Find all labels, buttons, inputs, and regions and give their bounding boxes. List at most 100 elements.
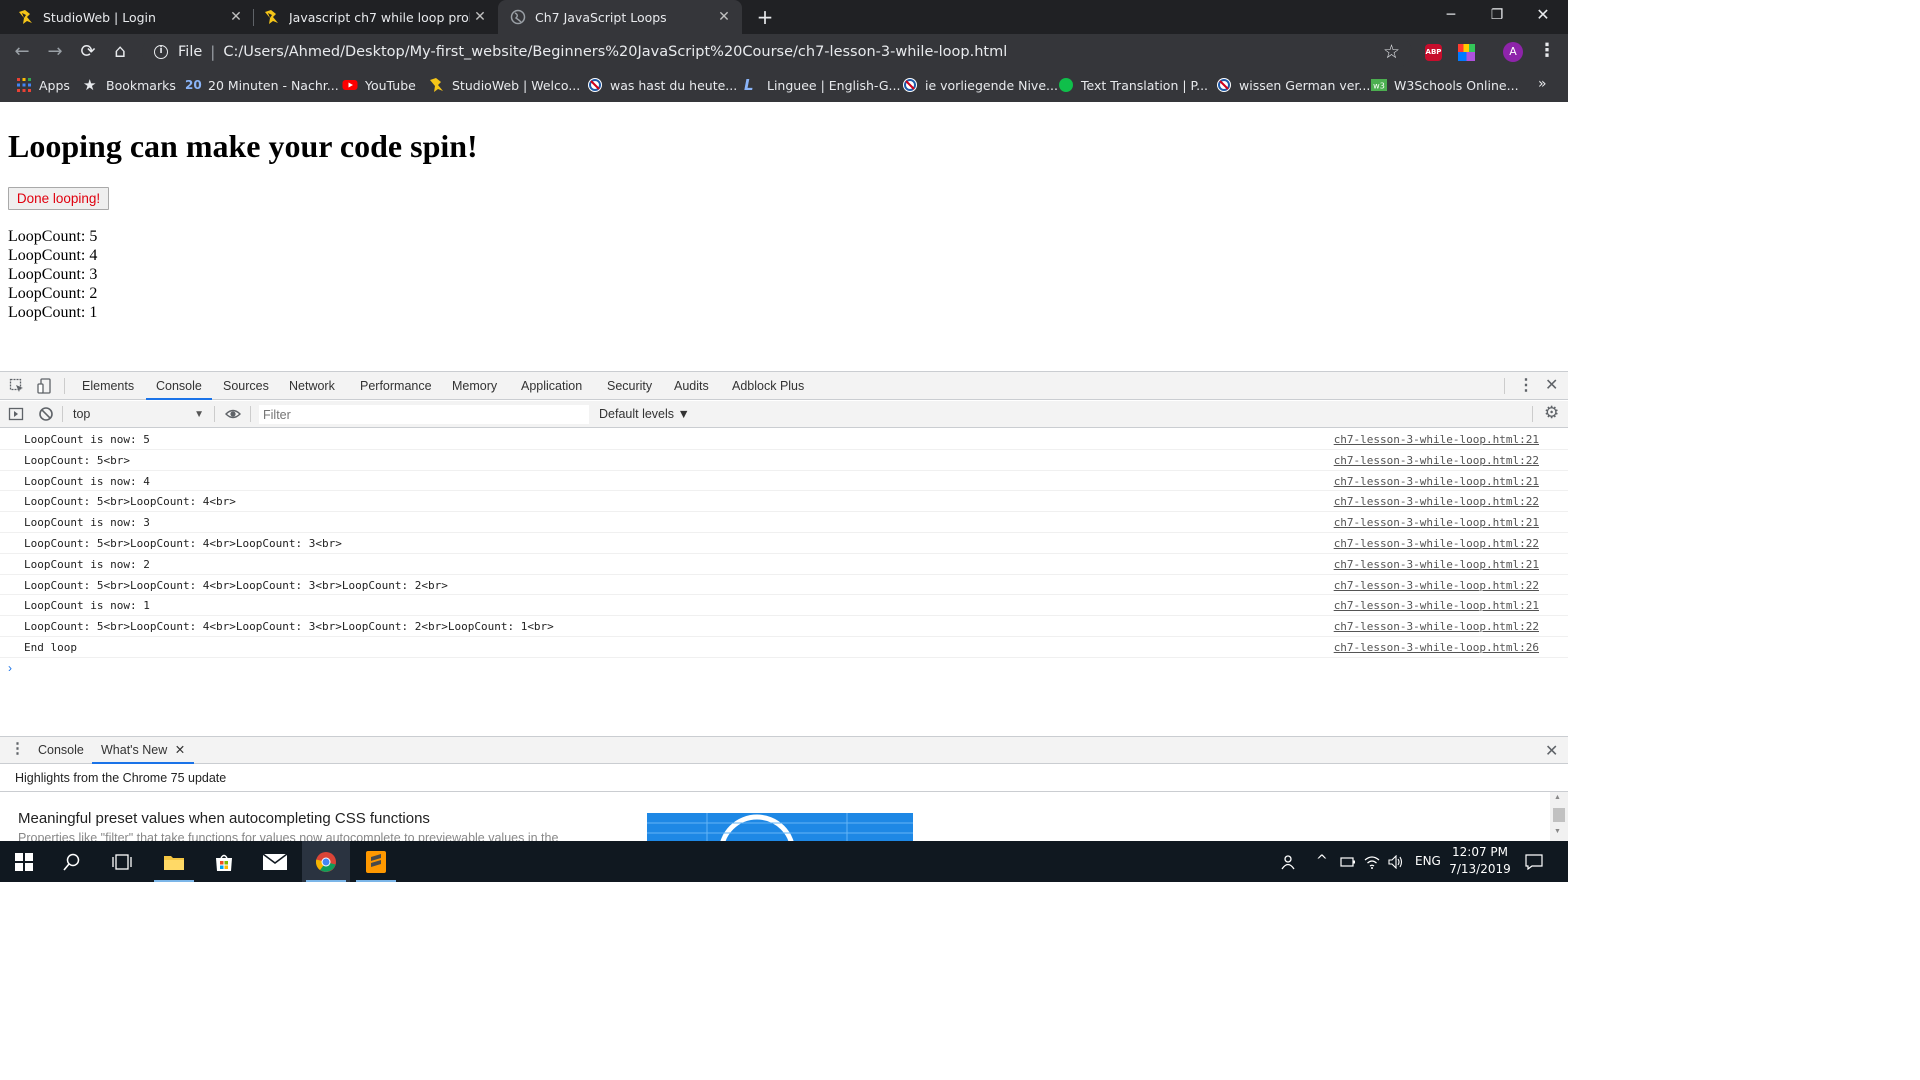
clock-date: 7/13/2019 <box>1449 862 1511 876</box>
close-window-icon[interactable]: ✕ <box>1520 0 1566 30</box>
reload-icon[interactable]: ⟳ <box>74 38 102 66</box>
mail-icon[interactable] <box>251 841 299 882</box>
bookmarks-overflow-chevron-icon[interactable]: » <box>1538 76 1547 92</box>
done-looping-button[interactable]: Done looping! <box>8 187 109 210</box>
restore-window-icon[interactable]: ❐ <box>1474 0 1520 30</box>
console-settings-gear-icon[interactable]: ⚙ <box>1544 403 1559 423</box>
volume-icon[interactable] <box>1388 841 1404 882</box>
console-message: LoopCount: 5<br> ch7-lesson-3-while-loop.… <box>0 450 1568 471</box>
system-clock[interactable]: 12:07 PM 7/13/2019 <box>1440 844 1520 878</box>
wifi-icon[interactable] <box>1364 841 1380 882</box>
message-source-link[interactable]: ch7-lesson-3-while-loop.html:22 <box>1334 620 1539 633</box>
search-icon[interactable] <box>48 841 96 882</box>
inspect-element-icon[interactable] <box>9 378 25 394</box>
bookmark-youtube[interactable]: YouTube <box>342 70 416 100</box>
devtools-menu-icon[interactable]: ⋮ <box>1518 375 1534 395</box>
close-drawer-tab-icon[interactable]: ✕ <box>175 743 185 757</box>
show-hidden-icons-chevron-icon[interactable]: ^ <box>1316 841 1328 882</box>
message-text: LoopCount is now: 1 <box>24 599 150 613</box>
bookmark-w3schools[interactable]: w3 W3Schools Online... <box>1371 70 1519 100</box>
show-sidebar-icon[interactable] <box>8 406 24 422</box>
tab-console[interactable]: Console <box>146 372 212 400</box>
input-language[interactable]: ENG <box>1415 841 1441 882</box>
close-tab-icon[interactable]: ✕ <box>226 9 246 25</box>
minimize-window-icon[interactable]: ─ <box>1428 0 1474 30</box>
bookmark-bookmarks[interactable]: ★ Bookmarks <box>83 70 176 100</box>
bookmark-linguee[interactable]: L Linguee | English-G... <box>744 70 900 100</box>
device-toolbar-icon[interactable] <box>37 378 53 394</box>
scrollbar-thumb[interactable] <box>1553 808 1565 822</box>
message-source-link[interactable]: ch7-lesson-3-while-loop.html:22 <box>1334 495 1539 508</box>
default-levels-select[interactable]: Default levels ▼ <box>599 404 690 425</box>
tab-adblock-plus[interactable]: Adblock Plus <box>732 372 804 400</box>
message-text: LoopCount is now: 5 <box>24 433 150 446</box>
color-extension-icon[interactable] <box>1458 44 1475 61</box>
scroll-down-arrow-icon[interactable]: ▼ <box>1554 828 1561 835</box>
task-view-icon[interactable] <box>98 841 146 882</box>
close-tab-icon[interactable]: ✕ <box>470 9 490 25</box>
message-source-link[interactable]: ch7-lesson-3-while-loop.html:26 <box>1334 641 1539 654</box>
console-filter-input[interactable] <box>258 404 590 425</box>
action-center-notification-icon[interactable] <box>1525 841 1543 882</box>
microsoft-store-icon[interactable] <box>200 841 248 882</box>
browser-tab-ch7-javascript-loops[interactable]: Ch7 JavaScript Loops ✕ <box>498 0 742 34</box>
home-icon[interactable]: ⌂ <box>106 38 134 66</box>
address-url[interactable]: C:/Users/Ahmed/Desktop/My-first_website/… <box>223 44 1007 60</box>
browser-tab-studioweb-login[interactable]: StudioWeb | Login ✕ <box>0 0 254 34</box>
close-devtools-icon[interactable]: ✕ <box>1545 375 1558 395</box>
people-icon[interactable] <box>1279 841 1295 882</box>
tab-sources[interactable]: Sources <box>223 372 269 400</box>
apps-grid-icon <box>16 77 32 93</box>
execution-context-select[interactable]: top ▼ <box>66 404 208 425</box>
battery-icon[interactable] <box>1340 841 1356 882</box>
bookmark-star-icon[interactable]: ☆ <box>1383 41 1400 63</box>
bookmark-studioweb[interactable]: StudioWeb | Welco... <box>429 70 580 100</box>
bookmark-was-hast-du-heute[interactable]: was hast du heute... <box>587 70 737 100</box>
tab-network[interactable]: Network <box>289 372 335 400</box>
live-expression-eye-icon[interactable] <box>225 406 241 422</box>
profile-avatar[interactable]: A <box>1503 42 1523 62</box>
scroll-up-arrow-icon[interactable]: ▲ <box>1554 794 1561 801</box>
message-source-link[interactable]: ch7-lesson-3-while-loop.html:22 <box>1334 537 1539 550</box>
tab-security[interactable]: Security <box>607 372 652 400</box>
drawer-tab-whats-new[interactable]: What's New ✕ <box>92 737 195 764</box>
bookmark-20-minuten[interactable]: 20 20 Minuten - Nachr... <box>185 70 339 100</box>
back-arrow-icon[interactable]: ← <box>8 38 36 66</box>
loop-line: LoopCount: 4 <box>8 247 98 264</box>
drawer-menu-icon[interactable]: ⋮ <box>10 739 25 757</box>
adblock-plus-extension-icon[interactable]: ABP <box>1425 44 1442 61</box>
sublime-text-icon[interactable] <box>352 841 400 882</box>
message-source-link[interactable]: ch7-lesson-3-while-loop.html:21 <box>1334 475 1539 488</box>
message-source-link[interactable]: ch7-lesson-3-while-loop.html:21 <box>1334 516 1539 529</box>
address-bar[interactable]: i File | C:/Users/Ahmed/Desktop/My-first… <box>142 37 1412 67</box>
message-source-link[interactable]: ch7-lesson-3-while-loop.html:21 <box>1334 433 1539 446</box>
tab-elements[interactable]: Elements <box>82 372 134 400</box>
bookmark-wissen-german[interactable]: wissen German ver... <box>1216 70 1370 100</box>
console-messages: LoopCount is now: 5 ch7-lesson-3-while-lo… <box>0 429 1568 679</box>
tab-audits[interactable]: Audits <box>674 372 709 400</box>
close-drawer-icon[interactable]: ✕ <box>1545 741 1558 761</box>
message-source-link[interactable]: ch7-lesson-3-while-loop.html:21 <box>1334 558 1539 571</box>
tab-memory[interactable]: Memory <box>452 372 497 400</box>
tab-application[interactable]: Application <box>521 372 582 400</box>
chrome-taskbar-icon[interactable] <box>302 841 350 882</box>
bookmark-apps[interactable]: Apps <box>16 70 70 100</box>
tab-performance[interactable]: Performance <box>360 372 432 400</box>
windows-start-icon[interactable] <box>0 841 48 882</box>
browser-tab-while-loop-problem[interactable]: Javascript ch7 while loop problem ✕ <box>254 0 498 34</box>
chrome-menu-icon[interactable]: ⋮ <box>1538 40 1556 61</box>
message-source-link[interactable]: ch7-lesson-3-while-loop.html:22 <box>1334 579 1539 592</box>
forward-arrow-icon[interactable]: → <box>41 38 69 66</box>
new-tab-button[interactable]: + <box>752 4 778 30</box>
drawer-scrollbar[interactable]: ▲ ▼ <box>1550 792 1568 842</box>
close-tab-icon[interactable]: ✕ <box>714 9 734 25</box>
bookmark-text-translation[interactable]: Text Translation | P... <box>1058 70 1208 100</box>
message-source-link[interactable]: ch7-lesson-3-while-loop.html:22 <box>1334 454 1539 467</box>
message-source-link[interactable]: ch7-lesson-3-while-loop.html:21 <box>1334 599 1539 612</box>
file-explorer-icon[interactable] <box>150 841 198 882</box>
site-info-icon[interactable]: i <box>154 45 168 59</box>
console-prompt-chevron-icon[interactable]: › <box>8 661 12 675</box>
drawer-tab-console[interactable]: Console <box>38 737 84 764</box>
bookmark-ie-vorliegende[interactable]: ie vorliegende Nive... <box>902 70 1058 100</box>
clear-console-icon[interactable] <box>38 406 54 422</box>
